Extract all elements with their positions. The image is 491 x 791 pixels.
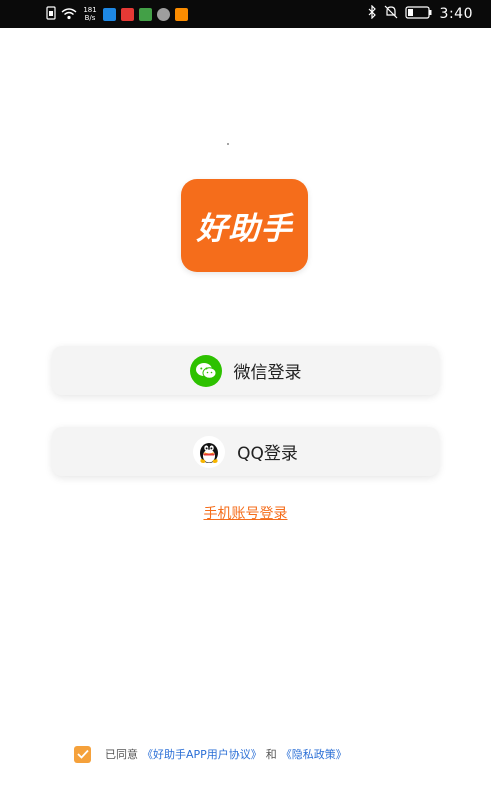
notification-app-icon — [139, 7, 152, 21]
phone-account-login-link[interactable]: 手机账号登录 — [0, 503, 491, 523]
wechat-login-content: 微信登录 — [189, 354, 302, 387]
agreement-prefix: 已同意 — [105, 748, 138, 761]
mute-icon — [384, 5, 398, 23]
qq-icon — [193, 435, 226, 468]
network-speed: 181 B/s — [82, 6, 98, 22]
sim-icon — [46, 5, 56, 24]
notification-app-icon — [103, 7, 116, 21]
decorative-dot — [227, 143, 229, 145]
qq-login-button[interactable]: QQ登录 — [52, 427, 439, 476]
battery-icon — [404, 5, 433, 23]
check-icon — [76, 749, 89, 759]
network-speed-value: 181 — [83, 6, 97, 14]
notification-app-icon — [157, 7, 170, 21]
phone-account-login-label: 手机账号登录 — [203, 506, 288, 522]
agreement-checkbox[interactable] — [74, 745, 91, 763]
clock: 3:40 — [439, 6, 473, 22]
app-logo: 好助手 — [181, 179, 308, 272]
qq-login-content: QQ登录 — [193, 435, 298, 468]
user-agreement-link[interactable]: 《好助手APP用户协议》 — [142, 746, 262, 762]
status-bar-left: 181 B/s — [46, 4, 188, 24]
agreement-conjunction: 和 — [265, 748, 277, 761]
wechat-login-label: 微信登录 — [233, 363, 302, 383]
status-bar: 181 B/s 3:40 — [0, 0, 491, 28]
wifi-icon — [61, 5, 77, 24]
qq-login-label: QQ登录 — [237, 444, 298, 464]
notification-app-icon — [175, 7, 188, 21]
status-bar-right: 3:40 — [368, 4, 473, 24]
wechat-login-button[interactable]: 微信登录 — [52, 346, 439, 395]
wechat-icon — [189, 354, 222, 387]
notification-weibo-icon — [121, 7, 134, 21]
agreement-row: 已同意 《好助手APP用户协议》 和 《隐私政策》 — [74, 744, 347, 764]
bluetooth-icon — [368, 4, 377, 23]
privacy-policy-link[interactable]: 《隐私政策》 — [281, 746, 347, 762]
network-speed-unit: B/s — [84, 14, 96, 22]
app-logo-text: 好助手 — [196, 211, 293, 247]
